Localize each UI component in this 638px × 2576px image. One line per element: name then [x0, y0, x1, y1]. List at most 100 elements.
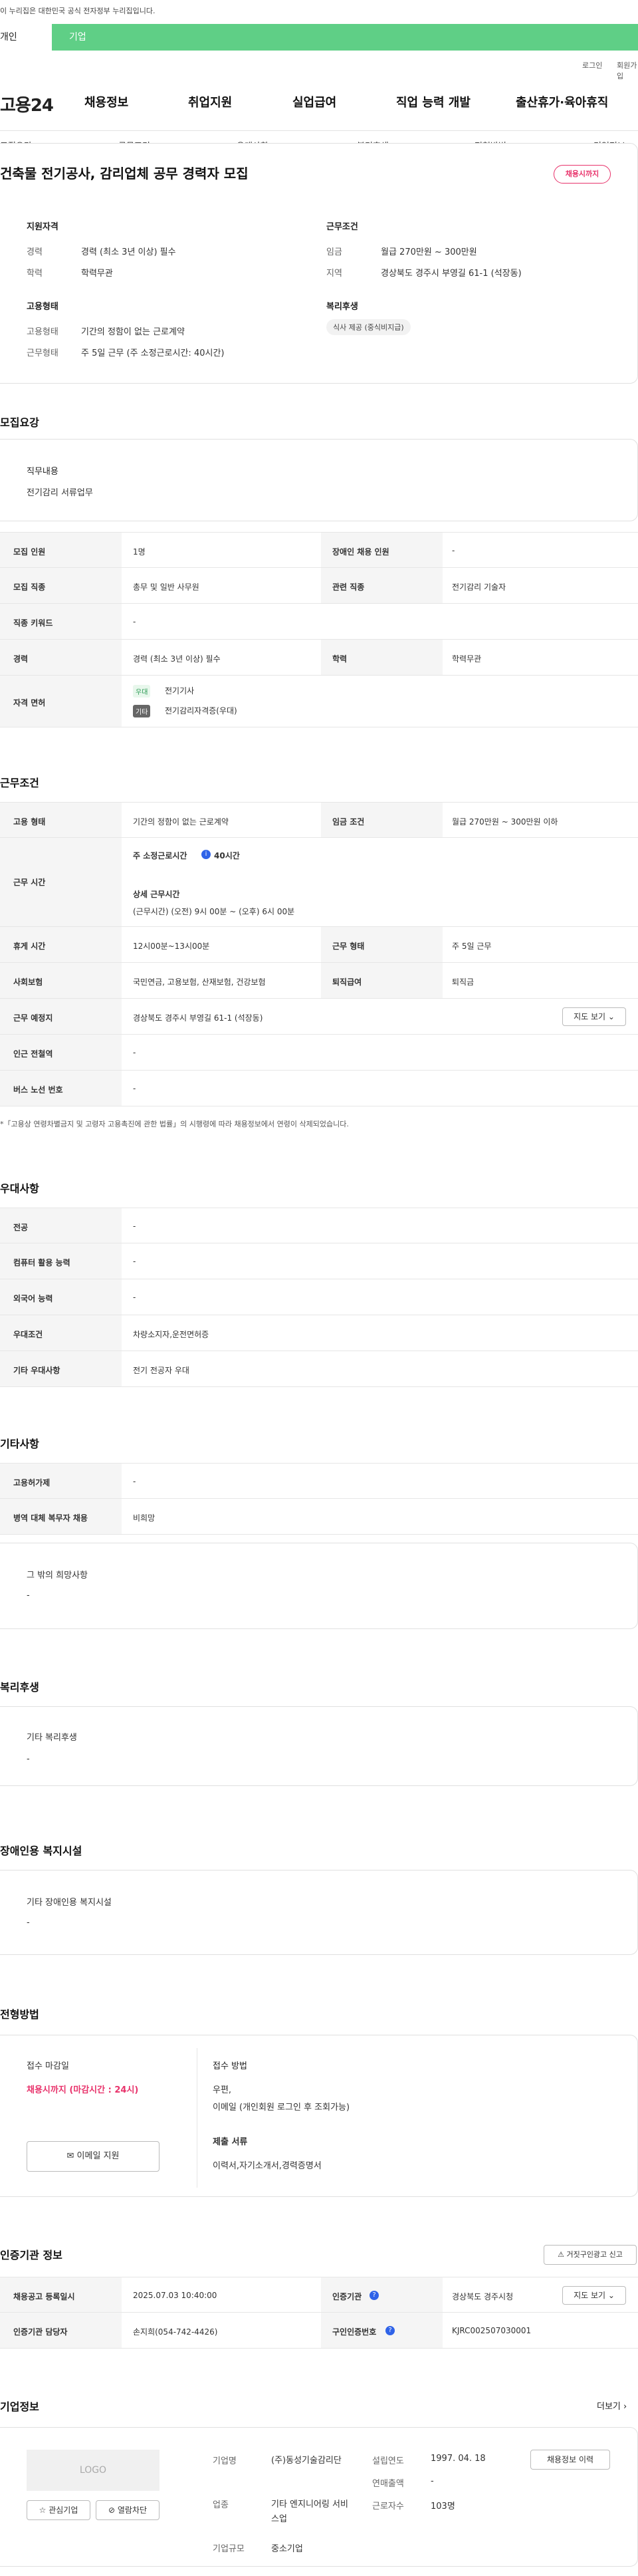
table-row: 근무 예정지 경상북도 경주시 부영길 61-1 (석장동) 지도 보기 ⌄: [0, 999, 638, 1035]
welfare-card: [0, 1706, 638, 1786]
table-row: 전공 -: [0, 1208, 638, 1243]
deadline-value: 채용시까지 (마감시간 : 24시): [27, 2085, 139, 2095]
chevron-down-icon: ⌄: [607, 1012, 615, 1021]
table-cell: -: [133, 1477, 136, 1486]
company-more-link[interactable]: 더보기 ›: [597, 2399, 627, 2412]
table-header: 장애인 채용 인원: [332, 547, 389, 557]
duty-card: [0, 439, 638, 521]
table-cell: KJRC002507030001: [452, 2326, 532, 2335]
welfare-label: 기타 복리후생: [27, 1733, 77, 1743]
info-icon[interactable]: ?: [370, 2291, 379, 2300]
table-row: 경력 경력 (최소 3년 이상) 필수 학력 학력무관: [0, 640, 638, 676]
favorite-label: 관심기업: [49, 2506, 78, 2515]
qual-value: 경력 (최소 3년 이상) 필수: [81, 247, 176, 257]
table-cell: -: [133, 1293, 136, 1302]
tab-personal[interactable]: 개인: [0, 24, 52, 51]
company-field-label: 연매출액: [372, 2479, 404, 2489]
cond-label: 임금: [326, 247, 342, 257]
disabled-value: -: [27, 1918, 30, 1928]
gov-notice: 이 누리집은 대한민국 공식 전자정부 누리집입니다.: [0, 7, 156, 15]
company-field-value: (주)동성기술감리단: [271, 2456, 342, 2466]
table-header: 인증기관: [332, 2292, 362, 2301]
table-cell: 차량소지자,운전면허증: [133, 1330, 209, 1339]
map-button[interactable]: 지도 보기 ⌄: [562, 2286, 626, 2305]
hours-detail-title: 상세 근무시간: [133, 890, 180, 899]
license-name: 전기감리자격증(우대): [165, 706, 237, 715]
company-field-label: 설립연도: [372, 2456, 404, 2466]
table-cell: 기간의 정함이 없는 근로계약: [133, 817, 229, 827]
gnb-training[interactable]: 직업 능력 개발: [396, 93, 471, 110]
map-button-label: 지도 보기: [574, 1012, 606, 1021]
block-view-button[interactable]: ⊘ 열람차단: [96, 2500, 160, 2520]
table-header: 버스 노선 번호: [13, 1085, 63, 1095]
other-wishes-value: -: [27, 1591, 30, 1601]
table-header: 병역 대체 복무자 채용: [13, 1513, 88, 1523]
table-header: 모집 직종: [13, 582, 46, 592]
table-row: 인증기관 담당자 손지희(054-742-4426) 구인인증번호 ? KJRC…: [0, 2313, 638, 2349]
table-cell: 12시00분~13시00분: [133, 942, 210, 951]
table-header: 관련 직종: [332, 582, 365, 592]
table-cell: 1명: [133, 547, 146, 557]
gnb-parental-leave[interactable]: 출산휴가·육아휴직: [516, 93, 608, 110]
job-title: 건축물 전기공사, 감리업체 공무 경력자 모집: [0, 166, 249, 182]
table-row: 고용 형태 기간의 정함이 없는 근로계약 임금 조건 월급 270만원 ~ 3…: [0, 802, 638, 838]
other-wishes-label: 그 밖의 희망사항: [27, 1571, 88, 1581]
report-fake-ad-label: 거짓구인광고 신고: [566, 2250, 623, 2259]
info-icon[interactable]: i: [201, 850, 211, 859]
site-logo[interactable]: 고용24: [0, 92, 54, 116]
info-icon[interactable]: ?: [385, 2326, 395, 2335]
deadline-badge: 채용시까지: [554, 165, 611, 184]
table-header: 자격 면허: [13, 698, 46, 708]
job-history-button[interactable]: 채용정보 이력: [530, 2450, 610, 2470]
qual-heading: 지원자격: [27, 222, 58, 232]
table-cell: 경력 (최소 3년 이상) 필수: [133, 654, 221, 664]
pref-heading: 우대사항: [0, 1182, 39, 1195]
company-field-value: 1997. 04. 18: [431, 2454, 486, 2464]
siren-icon: ⚠: [558, 2250, 564, 2259]
etc-heading: 기타사항: [0, 1438, 39, 1450]
company-field-value: 중소기업: [271, 2544, 303, 2554]
company-card: [0, 2427, 638, 2567]
report-fake-ad-button[interactable]: ⚠ 거짓구인광고 신고: [544, 2245, 637, 2265]
table-header: 근무 시간: [13, 878, 46, 887]
table-cell: 2025.07.03 10:40:00: [133, 2291, 217, 2300]
disabled-card: [0, 1870, 638, 1955]
recruit-heading: 모집요강: [0, 416, 39, 429]
gnb-employment-support[interactable]: 취업지원: [188, 93, 232, 110]
join-link[interactable]: 회원가입: [617, 60, 638, 81]
table-header: 외국어 능력: [13, 1294, 53, 1303]
tab-business[interactable]: 기업: [69, 24, 86, 51]
qual-value: 학력무관: [81, 269, 113, 279]
login-link[interactable]: 로그인: [582, 60, 602, 70]
email-apply-button[interactable]: ✉ 이메일 지원: [27, 2141, 160, 2172]
table-row: 자격 면허 우대 전기기사 기타 전기감리자격증(우대): [0, 676, 638, 727]
table-row: 근무 시간 주 소정근로시간 i 40시간 상세 근무시간 (근무시간) (오전…: [0, 838, 638, 927]
table-cell: 경상북도 경주시청: [452, 2292, 514, 2301]
work-heading: 근무조건: [0, 777, 39, 789]
table-header: 인증기관 담당자: [13, 2327, 68, 2337]
table-header: 컴퓨터 활용 능력: [13, 1258, 70, 1267]
cond-label: 지역: [326, 269, 342, 279]
table-header: 직종 키워드: [13, 618, 53, 628]
table-cell: 퇴직금: [452, 977, 475, 987]
qual-label: 학력: [27, 269, 43, 279]
table-cell: -: [133, 617, 136, 626]
map-button[interactable]: 지도 보기 ⌄: [562, 1007, 626, 1026]
cond-heading: 근무조건: [326, 222, 358, 232]
table-row: 모집 인원 1명 장애인 채용 인원 -: [0, 532, 638, 568]
table-header: 인근 전철역: [13, 1049, 53, 1059]
table-cell: 경상북도 경주시 부영길 61-1 (석장동): [133, 1013, 263, 1023]
gnb-unemployment[interactable]: 실업급여: [292, 93, 336, 110]
other-wishes-card: [0, 1543, 638, 1629]
table-cell: 전기감리 기술자: [452, 582, 506, 592]
table-cell: -: [133, 1048, 136, 1057]
process-heading: 전형방법: [0, 2008, 39, 2021]
license-chip: 우대: [133, 685, 151, 698]
gnb-jobs[interactable]: 채용정보: [84, 93, 128, 110]
table-row: 우대조건 차량소지자,운전면허증: [0, 1315, 638, 1351]
method-line: 이메일 (개인회원 로그인 후 조회가능): [213, 2103, 350, 2113]
company-heading: 기업정보: [0, 2400, 39, 2413]
table-row: 버스 노선 번호 -: [0, 1071, 638, 1106]
favorite-company-button[interactable]: ☆ 관심기업: [27, 2500, 90, 2520]
duty-value: 전기감리 서류업무: [27, 488, 93, 498]
